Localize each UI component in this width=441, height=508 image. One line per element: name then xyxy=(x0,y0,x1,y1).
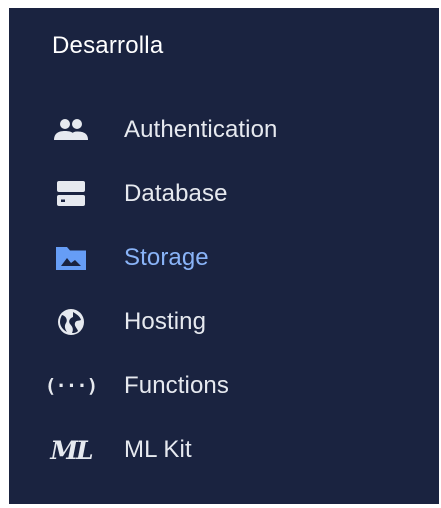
sidebar-item-ml-kit[interactable]: ML ML Kit xyxy=(9,418,439,482)
nav-list: Authentication Database Storage Hosting … xyxy=(9,98,439,482)
people-icon xyxy=(51,110,91,150)
sidebar-item-label: Authentication xyxy=(124,116,278,143)
section-title: Desarrolla xyxy=(52,32,164,59)
ml-kit-icon: ML xyxy=(50,435,93,465)
sidebar-item-label: Database xyxy=(124,180,228,207)
sidebar-item-storage[interactable]: Storage xyxy=(9,226,439,290)
database-icon xyxy=(51,174,91,214)
folder-image-icon xyxy=(51,238,91,278)
sidebar-item-label: ML Kit xyxy=(124,436,192,463)
sidebar-item-label: Storage xyxy=(124,244,209,271)
develop-sidebar: Desarrolla Authentication Database Stora… xyxy=(9,8,439,504)
sidebar-item-database[interactable]: Database xyxy=(9,162,439,226)
sidebar-item-functions[interactable]: (···) Functions xyxy=(9,354,439,418)
globe-icon xyxy=(51,302,91,342)
functions-icon: (···) xyxy=(44,375,98,397)
sidebar-item-label: Functions xyxy=(124,372,229,399)
sidebar-item-label: Hosting xyxy=(124,308,207,335)
sidebar-item-hosting[interactable]: Hosting xyxy=(9,290,439,354)
sidebar-item-authentication[interactable]: Authentication xyxy=(9,98,439,162)
